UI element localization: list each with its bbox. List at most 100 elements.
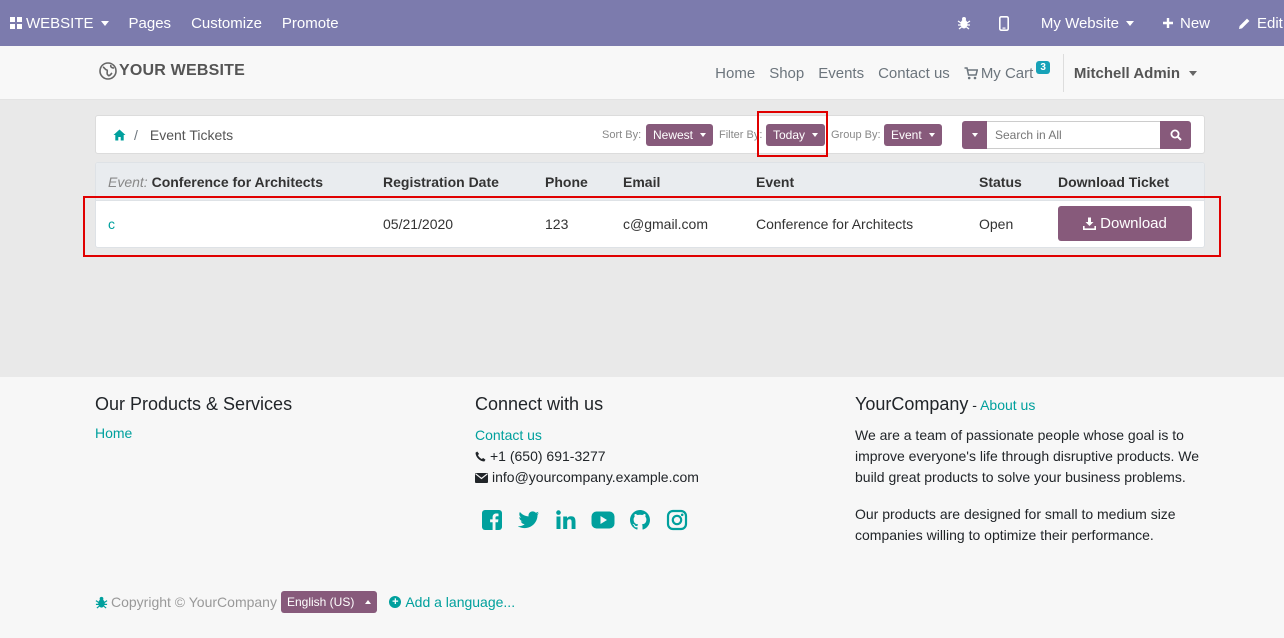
column-header-email: Email bbox=[623, 174, 661, 190]
footer-connect-title: Connect with us bbox=[475, 394, 604, 414]
nav-contact-us[interactable]: Contact us bbox=[871, 65, 957, 82]
edit-button[interactable]: Edit bbox=[1224, 0, 1284, 46]
promote-menu[interactable]: Promote bbox=[272, 0, 349, 46]
language-selector-label: English (US) bbox=[286, 595, 355, 609]
search-input[interactable] bbox=[987, 121, 1160, 149]
cart-count-badge: 3 bbox=[1036, 60, 1050, 74]
debug-button[interactable] bbox=[945, 0, 983, 46]
twitter-icon[interactable] bbox=[517, 508, 541, 532]
website-switcher[interactable]: My Website bbox=[1025, 0, 1148, 46]
group-by-value: Event bbox=[891, 128, 922, 142]
site-nav: Home Shop Events Contact us My Cart 3 Mi… bbox=[708, 46, 1197, 100]
breadcrumb-current: Event Tickets bbox=[149, 127, 234, 143]
social-links bbox=[480, 508, 815, 532]
site-logo[interactable]: YOUR WEBSITE bbox=[99, 62, 245, 80]
search-button[interactable] bbox=[1160, 121, 1191, 149]
breadcrumb: / Event Tickets bbox=[113, 127, 233, 143]
footer-email-text: info@yourcompany.example.com bbox=[492, 469, 699, 485]
github-icon[interactable] bbox=[628, 508, 652, 532]
linkedin-icon[interactable] bbox=[554, 508, 578, 532]
table-row: c 05/21/2020 123 c@gmail.com Conference … bbox=[96, 201, 1204, 247]
new-content-button[interactable]: New bbox=[1148, 0, 1224, 46]
apps-menu-button[interactable]: WEBSITE bbox=[0, 0, 119, 46]
new-content-label: New bbox=[1179, 14, 1210, 32]
language-selector[interactable]: English (US) bbox=[280, 591, 378, 613]
footer-about-paragraph-2: Our products are designed for small to m… bbox=[855, 506, 1176, 543]
chevron-up-icon bbox=[365, 600, 372, 604]
registration-date-cell: 05/21/2020 bbox=[383, 216, 454, 232]
sort-by-value: Newest bbox=[653, 128, 694, 142]
globe-icon bbox=[99, 62, 117, 80]
download-ticket-button[interactable]: Download bbox=[1058, 206, 1192, 241]
footer-contact-link[interactable]: Contact us bbox=[475, 425, 815, 446]
chevron-down-icon bbox=[1125, 20, 1134, 26]
nav-cart[interactable]: My Cart 3 bbox=[957, 60, 1057, 82]
column-header-phone: Phone bbox=[545, 174, 588, 190]
footer-company-name: YourCompany bbox=[855, 394, 969, 414]
sort-by-dropdown[interactable]: Newest bbox=[646, 124, 714, 146]
pages-menu[interactable]: Pages bbox=[119, 0, 182, 46]
chevron-down-icon bbox=[928, 133, 935, 137]
cart-icon bbox=[964, 66, 978, 79]
download-button-label: Download bbox=[1100, 215, 1167, 232]
status-cell: Open bbox=[979, 216, 1014, 232]
site-header: YOUR WEBSITE Home Shop Events Contact us… bbox=[0, 46, 1284, 100]
event-cell: Conference for Architects bbox=[756, 216, 914, 232]
footer-copyright: Copyright © YourCompany English (US) + A… bbox=[95, 591, 515, 613]
chevron-down-icon bbox=[100, 20, 109, 26]
table-header: Event: Conference for Architects Registr… bbox=[96, 163, 1204, 201]
nav-divider bbox=[1062, 54, 1064, 92]
group-header: Event: Conference for Architects bbox=[108, 174, 323, 190]
search-scope-dropdown[interactable] bbox=[962, 121, 987, 149]
column-header-download-ticket: Download Ticket bbox=[1058, 174, 1169, 190]
search-icon bbox=[1170, 129, 1182, 141]
column-header-status: Status bbox=[979, 174, 1022, 190]
apps-grid-icon bbox=[10, 17, 22, 29]
user-menu[interactable]: Mitchell Admin bbox=[1066, 65, 1197, 82]
group-prefix: Event: bbox=[108, 174, 148, 190]
plus-circle-icon: + bbox=[389, 596, 402, 608]
phone-cell: 123 bbox=[545, 216, 569, 232]
customize-menu[interactable]: Customize bbox=[181, 0, 272, 46]
chevron-down-icon bbox=[700, 133, 707, 137]
filter-by-label: Filter By: bbox=[719, 129, 763, 141]
nav-home[interactable]: Home bbox=[708, 65, 762, 82]
attendee-name-link[interactable]: c bbox=[108, 216, 115, 232]
chevron-down-icon bbox=[812, 133, 819, 137]
group-by-label: Group By: bbox=[831, 129, 881, 141]
home-icon[interactable] bbox=[113, 129, 126, 141]
footer-about-title: YourCompany - About us bbox=[855, 394, 1205, 415]
facebook-icon[interactable] bbox=[480, 508, 504, 532]
filter-by-dropdown[interactable]: Today bbox=[766, 124, 826, 146]
site-footer: Our Products & Services Home Connect wit… bbox=[0, 377, 1284, 638]
youtube-icon[interactable] bbox=[591, 508, 615, 532]
filter-by-value: Today bbox=[773, 128, 806, 142]
footer-home-link[interactable]: Home bbox=[95, 425, 435, 441]
footer-email: info@yourcompany.example.com bbox=[475, 467, 815, 488]
apps-menu-label: WEBSITE bbox=[26, 14, 94, 32]
footer-products-title: Our Products & Services bbox=[95, 394, 293, 414]
pencil-icon bbox=[1239, 18, 1250, 29]
download-icon bbox=[1083, 217, 1097, 230]
bug-icon bbox=[957, 17, 971, 30]
footer-products-column: Our Products & Services Home bbox=[95, 394, 435, 441]
cart-label: My Cart bbox=[980, 64, 1034, 82]
mobile-preview-button[interactable] bbox=[983, 0, 1025, 46]
instagram-icon[interactable] bbox=[665, 508, 689, 532]
nav-shop[interactable]: Shop bbox=[762, 65, 811, 82]
sort-by-label: Sort By: bbox=[602, 129, 642, 141]
user-name: Mitchell Admin bbox=[1073, 64, 1180, 82]
portal-toolbar: / Event Tickets Sort By: Newest Filter B… bbox=[95, 115, 1205, 154]
email-cell: c@gmail.com bbox=[623, 216, 709, 232]
footer-about-link[interactable]: About us bbox=[980, 397, 1035, 413]
envelope-icon bbox=[475, 472, 488, 483]
chevron-down-icon bbox=[971, 133, 978, 137]
add-language-link[interactable]: + Add a language... bbox=[389, 594, 515, 610]
group-by-dropdown[interactable]: Event bbox=[884, 124, 942, 146]
footer-phone-text: +1 (650) 691-3277 bbox=[490, 448, 606, 464]
website-switcher-label: My Website bbox=[1040, 14, 1119, 32]
footer-title-separator: - bbox=[968, 397, 981, 413]
nav-events[interactable]: Events bbox=[811, 65, 871, 82]
plus-icon bbox=[1162, 18, 1173, 28]
bug-icon bbox=[95, 596, 108, 609]
